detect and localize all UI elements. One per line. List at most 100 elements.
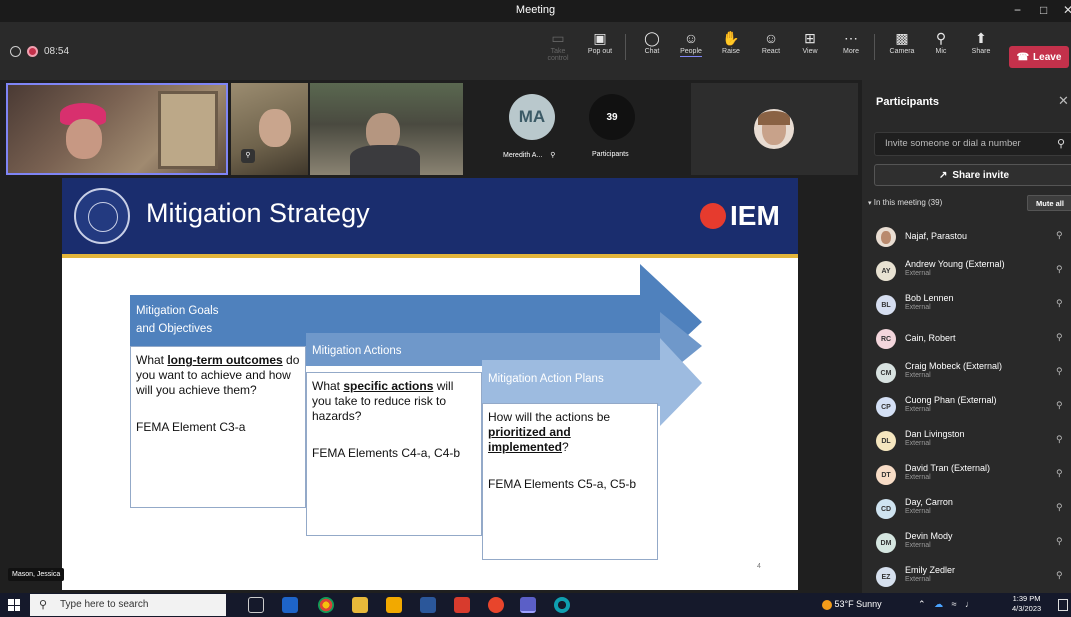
weather-widget[interactable]: 53°F Sunny (822, 599, 882, 610)
participant-avatar: BL (876, 295, 896, 315)
question-text: What (312, 379, 344, 393)
video-tile-participant-3[interactable] (310, 83, 463, 175)
share-invite-label: Share invite (952, 169, 1010, 181)
smiley-icon: ☺ (763, 30, 779, 46)
clock-time: 1:39 PM (1012, 594, 1041, 603)
task-view-icon[interactable] (248, 597, 264, 613)
tray-icons[interactable]: ⌃ ☁ ≈ ♩ (918, 599, 974, 610)
participant-face (66, 119, 102, 159)
participant-name: David Tran (External) (905, 463, 991, 473)
windows-start-icon[interactable] (8, 599, 20, 611)
file-explorer-icon[interactable] (352, 597, 368, 613)
camera-off-icon: ▩ (895, 30, 909, 46)
teams-app-icon[interactable] (520, 597, 536, 613)
maximize-icon[interactable]: □ (1040, 3, 1047, 17)
participant-name: Andrew Young (External) (905, 259, 1005, 269)
outlook-app-icon[interactable] (282, 597, 298, 613)
taskbar-search-input[interactable]: ⚲ Type here to search (30, 594, 226, 616)
chrome-app-icon[interactable] (318, 597, 334, 613)
minimize-icon[interactable]: − (1014, 3, 1021, 17)
recording-status: 08:54 (10, 46, 69, 57)
in-meeting-section-toggle[interactable]: ▾ In this meeting (39) (868, 198, 942, 207)
invite-placeholder: Invite someone or dial a number (885, 138, 1021, 149)
participant-count-badge[interactable]: 39 (589, 94, 635, 140)
raise-hand-button[interactable]: ✋ Raise (713, 28, 749, 55)
more-dots-icon: ⋯ (844, 30, 858, 46)
participant-name: Day, Carron (905, 497, 953, 507)
leave-button[interactable]: ☎ Leave (1009, 46, 1069, 68)
close-panel-icon[interactable]: ✕ (1058, 93, 1069, 109)
pdf-app-icon[interactable] (454, 597, 470, 613)
video-tile-speaker[interactable] (6, 83, 228, 175)
word-app-icon[interactable] (420, 597, 436, 613)
view-button[interactable]: ⊞ View (792, 28, 828, 55)
react-label: React (761, 48, 781, 55)
people-icon: ☺ (683, 30, 699, 46)
participant-name: Cain, Robert (905, 333, 956, 343)
column-2-heading: Mitigation Actions (312, 345, 402, 357)
mute-all-button[interactable]: Mute all (1027, 195, 1071, 211)
participant-subtitle: External (905, 406, 931, 413)
participant-row[interactable]: BL Bob Lennen External ⚲ (876, 290, 1071, 320)
in-meeting-label: In this meeting (39) (873, 198, 943, 207)
participant-row[interactable]: CM Craig Mobeck (External) External ⚲ (876, 358, 1071, 388)
hand-icon: ✋ (722, 30, 740, 46)
participant-avatar: EZ (876, 567, 896, 587)
participant-avatar: AY (876, 261, 896, 281)
participant-row[interactable]: DM Devin Mody External ⚲ (876, 528, 1071, 558)
people-button[interactable]: ☺ People (673, 28, 709, 57)
chat-icon: ◯ (644, 30, 660, 46)
chevron-down-icon: ▾ (868, 200, 872, 207)
participant-name: Dan Livingston (905, 429, 965, 439)
participant-row[interactable]: DL Dan Livingston External ⚲ (876, 426, 1071, 456)
participant-avatar: DT (876, 465, 896, 485)
mic-off-icon: ⚲ (1056, 264, 1063, 274)
more-button[interactable]: ⋯ More (833, 28, 869, 55)
close-icon[interactable]: ✕ (1063, 3, 1071, 17)
mic-off-icon: ⚲ (1056, 570, 1063, 580)
invite-input[interactable]: Invite someone or dial a number ⚲ (874, 132, 1071, 156)
column-2-element: FEMA Elements C4-a, C4-b (312, 446, 461, 460)
leave-label: Leave (1033, 51, 1062, 63)
share-button[interactable]: ⬆ Share (963, 28, 999, 55)
participant-row[interactable]: CD Day, Carron External ⚲ (876, 494, 1071, 524)
self-video-tile[interactable] (691, 83, 858, 175)
participant-row[interactable]: RC Cain, Robert ⚲ (876, 324, 1071, 354)
teams-meeting-window: Meeting − □ ✕ 08:54 ▭ Take control ▣ Pop… (0, 0, 1071, 617)
participant-row[interactable]: AY Andrew Young (External) External ⚲ (876, 256, 1071, 286)
camera-button[interactable]: ▩ Camera (884, 28, 920, 55)
participant-avatar: DL (876, 431, 896, 451)
participant-row[interactable]: Najaf, Parastou ⚲ (876, 222, 1071, 252)
chat-button[interactable]: ◯ Chat (634, 28, 670, 55)
participant-row[interactable]: DT David Tran (External) External ⚲ (876, 460, 1071, 490)
share-label: Share (971, 48, 991, 55)
participant-name: Najaf, Parastou (905, 231, 968, 241)
participant-row[interactable]: CP Cuong Phan (External) External ⚲ (876, 392, 1071, 422)
mic-off-icon: ⚲ (1056, 536, 1063, 546)
participant-row[interactable]: EZ Emily Zedler External ⚲ (876, 562, 1071, 592)
participant-avatar-ma[interactable]: MA (509, 94, 555, 140)
presenter-name-tag: Mason, Jessica (8, 568, 65, 581)
weather-text: 53°F Sunny (834, 599, 882, 609)
participant-name-text: Meredith A... (503, 152, 543, 159)
take-control-button[interactable]: ▭ Take control (540, 28, 576, 62)
question-text: How will the actions be (488, 410, 611, 424)
video-tile-participant-2[interactable]: ⚲ (231, 83, 308, 175)
participant-subtitle: External (905, 304, 931, 311)
taskbar-clock[interactable]: 1:39 PM 4/3/2023 (1012, 594, 1041, 614)
mic-button[interactable]: ⚲ Mic (923, 28, 959, 55)
meeting-timer: 08:54 (44, 46, 70, 57)
firefox-app-icon[interactable] (488, 597, 504, 613)
raise-label: Raise (722, 48, 740, 55)
edge-app-icon[interactable] (554, 597, 570, 613)
sticky-notes-icon[interactable] (386, 597, 402, 613)
notifications-icon[interactable] (1058, 599, 1068, 611)
share-invite-button[interactable]: ↗ Share invite (874, 164, 1071, 186)
participant-avatar (876, 227, 896, 247)
share-link-icon: ↗ (938, 169, 948, 181)
question-emphasis: prioritized and implemented (488, 425, 571, 454)
pop-out-button[interactable]: ▣ Pop out (582, 28, 618, 55)
pop-out-label: Pop out (587, 48, 613, 55)
react-button[interactable]: ☺ React (753, 28, 789, 55)
participant-subtitle: External (905, 542, 931, 549)
